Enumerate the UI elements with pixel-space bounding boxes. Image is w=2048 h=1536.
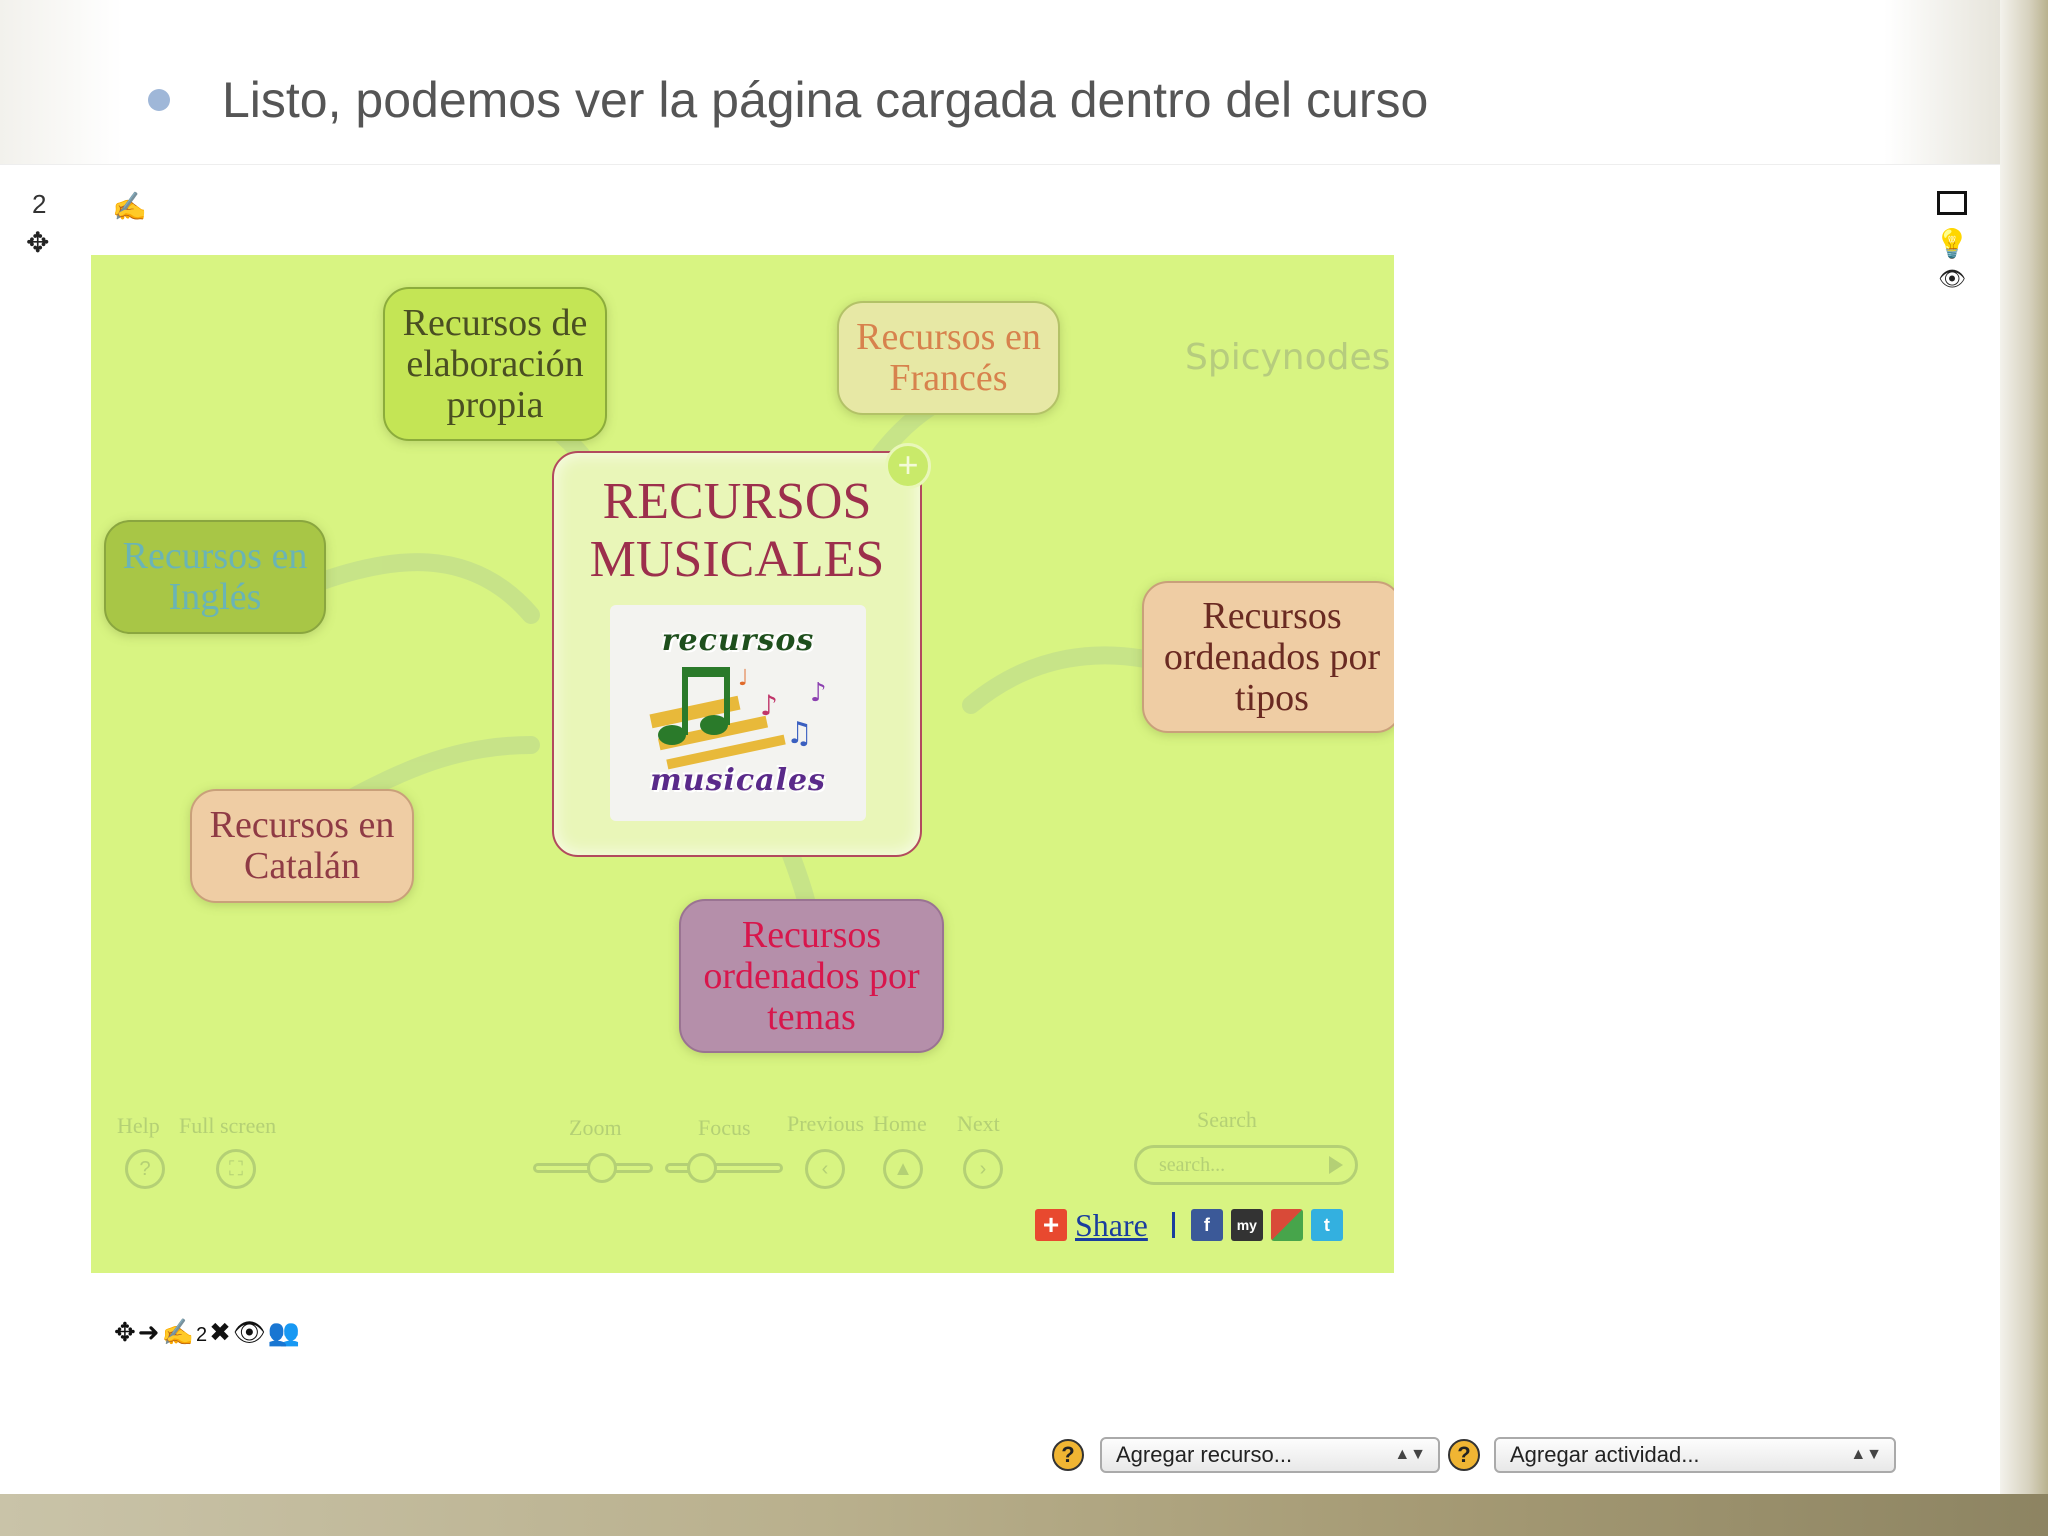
node-label-line: Inglés (168, 576, 262, 618)
node-elaboracion-propia[interactable]: Recursos de elaboración propia (383, 287, 607, 441)
slide-bottom-band (0, 1494, 2048, 1536)
focus-label: Focus (698, 1115, 751, 1140)
help-label: Help (117, 1113, 160, 1138)
slide-bullet: Listo, podemos ver la página cargada den… (148, 70, 1428, 130)
facebook-icon[interactable]: f (1190, 1209, 1223, 1241)
myspace-icon[interactable]: my (1230, 1209, 1263, 1241)
twitter-icon[interactable]: t (1310, 1209, 1343, 1241)
next-icon[interactable]: › (963, 1149, 1003, 1189)
share-plus-icon[interactable]: + (1035, 1209, 1067, 1241)
zoom-slider-handle[interactable] (587, 1153, 617, 1183)
focus-slider[interactable] (665, 1163, 783, 1173)
search-placeholder: search... (1159, 1154, 1226, 1176)
node-label-line: Recursos (741, 913, 882, 956)
node-label-line: Recursos en (856, 316, 1041, 358)
help-icon[interactable]: ? (125, 1149, 165, 1189)
roles-icon[interactable]: 👥 (268, 1317, 302, 1347)
center-title-line: RECURSOS (602, 473, 872, 530)
add-activity-select[interactable]: Agregar actividad... ▲▼ (1494, 1437, 1896, 1473)
resource-tools: ✥➜✍2✖👁👥 (114, 1317, 302, 1348)
node-label-line: tipos (1235, 676, 1309, 719)
search-label: Search (1197, 1107, 1257, 1132)
edit-icon[interactable]: ✍ (162, 1317, 196, 1347)
node-label-line: Francés (889, 357, 1008, 399)
svg-text:♪: ♪ (810, 678, 827, 708)
recursos-musicales-image: recursos ♪ ♫ ♪ ♩ musicales (610, 605, 866, 821)
select-arrows-icon: ▲▼ (1850, 1446, 1882, 1463)
node-label-line: Recursos en (209, 804, 395, 846)
slide-right-edge (2000, 0, 2048, 1494)
section-tools: 💡 👁 (1932, 191, 1972, 300)
help-icon[interactable]: ? (1448, 1439, 1480, 1471)
previous-label: Previous (787, 1111, 864, 1136)
bullet-text: Listo, podemos ver la página cargada den… (222, 72, 1429, 128)
share-separator (1171, 1212, 1175, 1238)
node-label-line: Recursos en (122, 535, 308, 577)
node-label-line: Recursos (1202, 594, 1342, 637)
search-input[interactable]: search... (1134, 1145, 1358, 1185)
help-icon[interactable]: ? (1052, 1439, 1084, 1471)
course-screenshot: 2 ✍ ✥ 💡 👁 Recursos de elaboración propia (0, 164, 2000, 1494)
fullscreen-label: Full screen (179, 1113, 277, 1138)
share-link[interactable]: Share (1075, 1207, 1148, 1244)
duplicate-count[interactable]: 2 (196, 1324, 209, 1346)
node-ordenados-por-tipos[interactable]: Recursos ordenados por tipos (1142, 581, 1394, 733)
spicynodes-mindmap[interactable]: Recursos de elaboración propia Recursos … (91, 255, 1394, 1273)
search-go-icon[interactable] (1329, 1156, 1343, 1174)
node-label-line: ordenados por (1163, 635, 1381, 678)
image-caption-bottom: musicales (650, 763, 826, 798)
node-recursos-ingles[interactable]: Recursos en Inglés (104, 520, 326, 634)
move-icon[interactable]: ✥ (114, 1317, 138, 1347)
home-icon[interactable]: ▲ (883, 1149, 923, 1189)
share-bar: + Share f my t (1035, 1207, 1343, 1243)
home-label: Home (873, 1111, 927, 1136)
svg-text:♪: ♪ (760, 689, 778, 722)
fullscreen-icon[interactable]: ⛶ (216, 1149, 256, 1189)
eye-icon[interactable]: 👁 (1932, 268, 1972, 290)
node-label-line: temas (767, 995, 856, 1038)
center-node-title: RECURSOS MUSICALES (554, 473, 920, 589)
lightbulb-icon[interactable]: 💡 (1932, 230, 1972, 258)
collapse-section-icon[interactable] (1932, 191, 1972, 220)
eye-icon[interactable]: 👁 (233, 1317, 268, 1347)
spicynodes-logo: Spicynodes (1185, 337, 1391, 378)
focus-slider-handle[interactable] (687, 1153, 717, 1183)
move-icon[interactable]: ✥ (26, 229, 49, 257)
delete-icon[interactable]: ✖ (209, 1317, 233, 1347)
node-label-line: Catalán (243, 845, 361, 887)
edit-summary-icon[interactable]: ✍ (112, 193, 147, 221)
node-label-line: propia (446, 383, 544, 426)
expand-node-button[interactable]: + (885, 443, 931, 489)
zoom-label: Zoom (569, 1115, 622, 1140)
center-title-line: MUSICALES (589, 531, 885, 588)
node-label-line: Recursos de (402, 301, 588, 344)
svg-text:♫: ♫ (786, 716, 813, 751)
add-resource-select[interactable]: Agregar recurso... ▲▼ (1100, 1437, 1440, 1473)
section-number: 2 (32, 189, 47, 219)
node-recursos-catalan[interactable]: Recursos en Catalán (190, 789, 414, 903)
svg-text:♩: ♩ (738, 666, 748, 691)
select-arrows-icon: ▲▼ (1394, 1446, 1426, 1463)
google-icon[interactable] (1270, 1209, 1303, 1241)
node-recursos-frances[interactable]: Recursos en Francés (837, 301, 1060, 415)
add-activity-select-value: Agregar actividad... (1510, 1442, 1700, 1467)
node-label-line: elaboración (406, 342, 584, 385)
next-label: Next (957, 1111, 1000, 1136)
node-ordenados-por-temas[interactable]: Recursos ordenados por temas (679, 899, 944, 1053)
center-node-recursos-musicales[interactable]: RECURSOS MUSICALES recursos ♪ ♫ ♪ ♩ musi… (552, 451, 922, 857)
add-resource-select-value: Agregar recurso... (1116, 1442, 1293, 1467)
indent-right-icon[interactable]: ➜ (138, 1317, 162, 1347)
previous-icon[interactable]: ‹ (805, 1149, 845, 1189)
node-label-line: ordenados por (703, 954, 920, 997)
bullet-dot-icon (148, 89, 170, 111)
